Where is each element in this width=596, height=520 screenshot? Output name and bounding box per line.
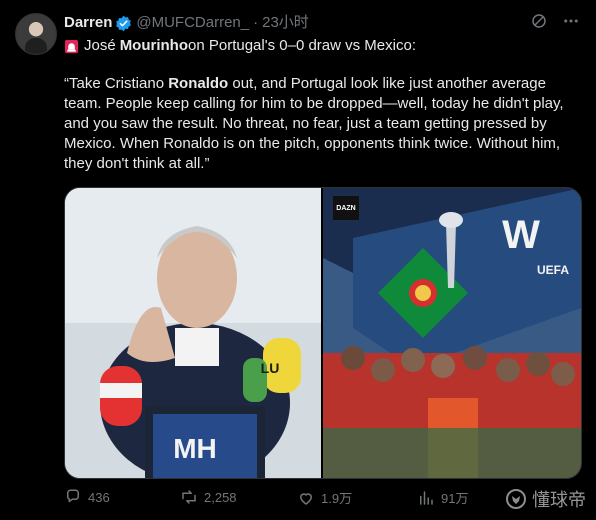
banner-uefa: UEFA: [537, 263, 569, 277]
headline-name: Mourinho: [119, 37, 189, 54]
post-time[interactable]: 23小时: [262, 13, 309, 33]
watermark-text: 懂球帝: [532, 490, 586, 510]
separator-dot: ·: [253, 14, 259, 31]
avatar[interactable]: [15, 13, 57, 55]
tweet-header: Darren @MUFCDarren_ · 23小时: [64, 12, 580, 34]
banner-w: W: [502, 213, 540, 257]
mourinho-photo[interactable]: MH LU: [65, 188, 321, 478]
media-grid: MH LU W UEFA DAZN: [64, 187, 582, 479]
user-handle[interactable]: @MUFCDarren_: [136, 13, 249, 33]
siren-icon: [64, 39, 79, 53]
repost-action[interactable]: 2,258: [180, 488, 237, 506]
mic-label: MH: [173, 433, 217, 464]
headline-suffix: on Portugal's 0–0 draw vs Mexico:: [188, 37, 416, 54]
quote-bold-1: Ronaldo: [168, 75, 229, 92]
watermark: 懂球帝: [504, 486, 586, 512]
more-options-icon[interactable]: [562, 12, 580, 30]
repost-icon: [182, 490, 196, 504]
mic-brand: LU: [261, 360, 280, 376]
quote-part-1: “Take Cristiano: [64, 75, 169, 92]
like-count: 1.9万: [321, 491, 353, 506]
dazn-badge: DAZN: [336, 205, 355, 212]
like-action[interactable]: 1.9万: [297, 488, 352, 507]
reply-icon: [67, 489, 79, 503]
grok-icon[interactable]: [530, 12, 548, 30]
celebration-illustration: W UEFA DAZN: [323, 188, 581, 478]
user-name[interactable]: Darren: [64, 13, 112, 33]
verified-badge-icon: [116, 15, 132, 31]
heart-icon: [300, 492, 312, 505]
repost-count: 2,258: [204, 489, 237, 505]
reply-count: 436: [88, 489, 110, 505]
watermark-logo-icon: [506, 489, 526, 509]
views-action[interactable]: 91万: [417, 488, 468, 507]
views-count: 91万: [441, 491, 469, 506]
mourinho-illustration: MH LU: [65, 188, 321, 478]
tweet-text: “Take Cristiano Ronaldo out, and Portuga…: [64, 74, 584, 174]
views-icon: [420, 490, 433, 505]
headline: José Mourinho on Portugal's 0–0 draw vs …: [64, 36, 580, 56]
portugal-celebration-photo[interactable]: W UEFA DAZN: [323, 188, 581, 478]
tweet: Darren @MUFCDarren_ · 23小时 José Mourinho…: [0, 0, 596, 520]
reply-action[interactable]: 436: [64, 488, 110, 506]
header-actions: [530, 12, 580, 30]
headline-prefix: José: [84, 37, 116, 54]
